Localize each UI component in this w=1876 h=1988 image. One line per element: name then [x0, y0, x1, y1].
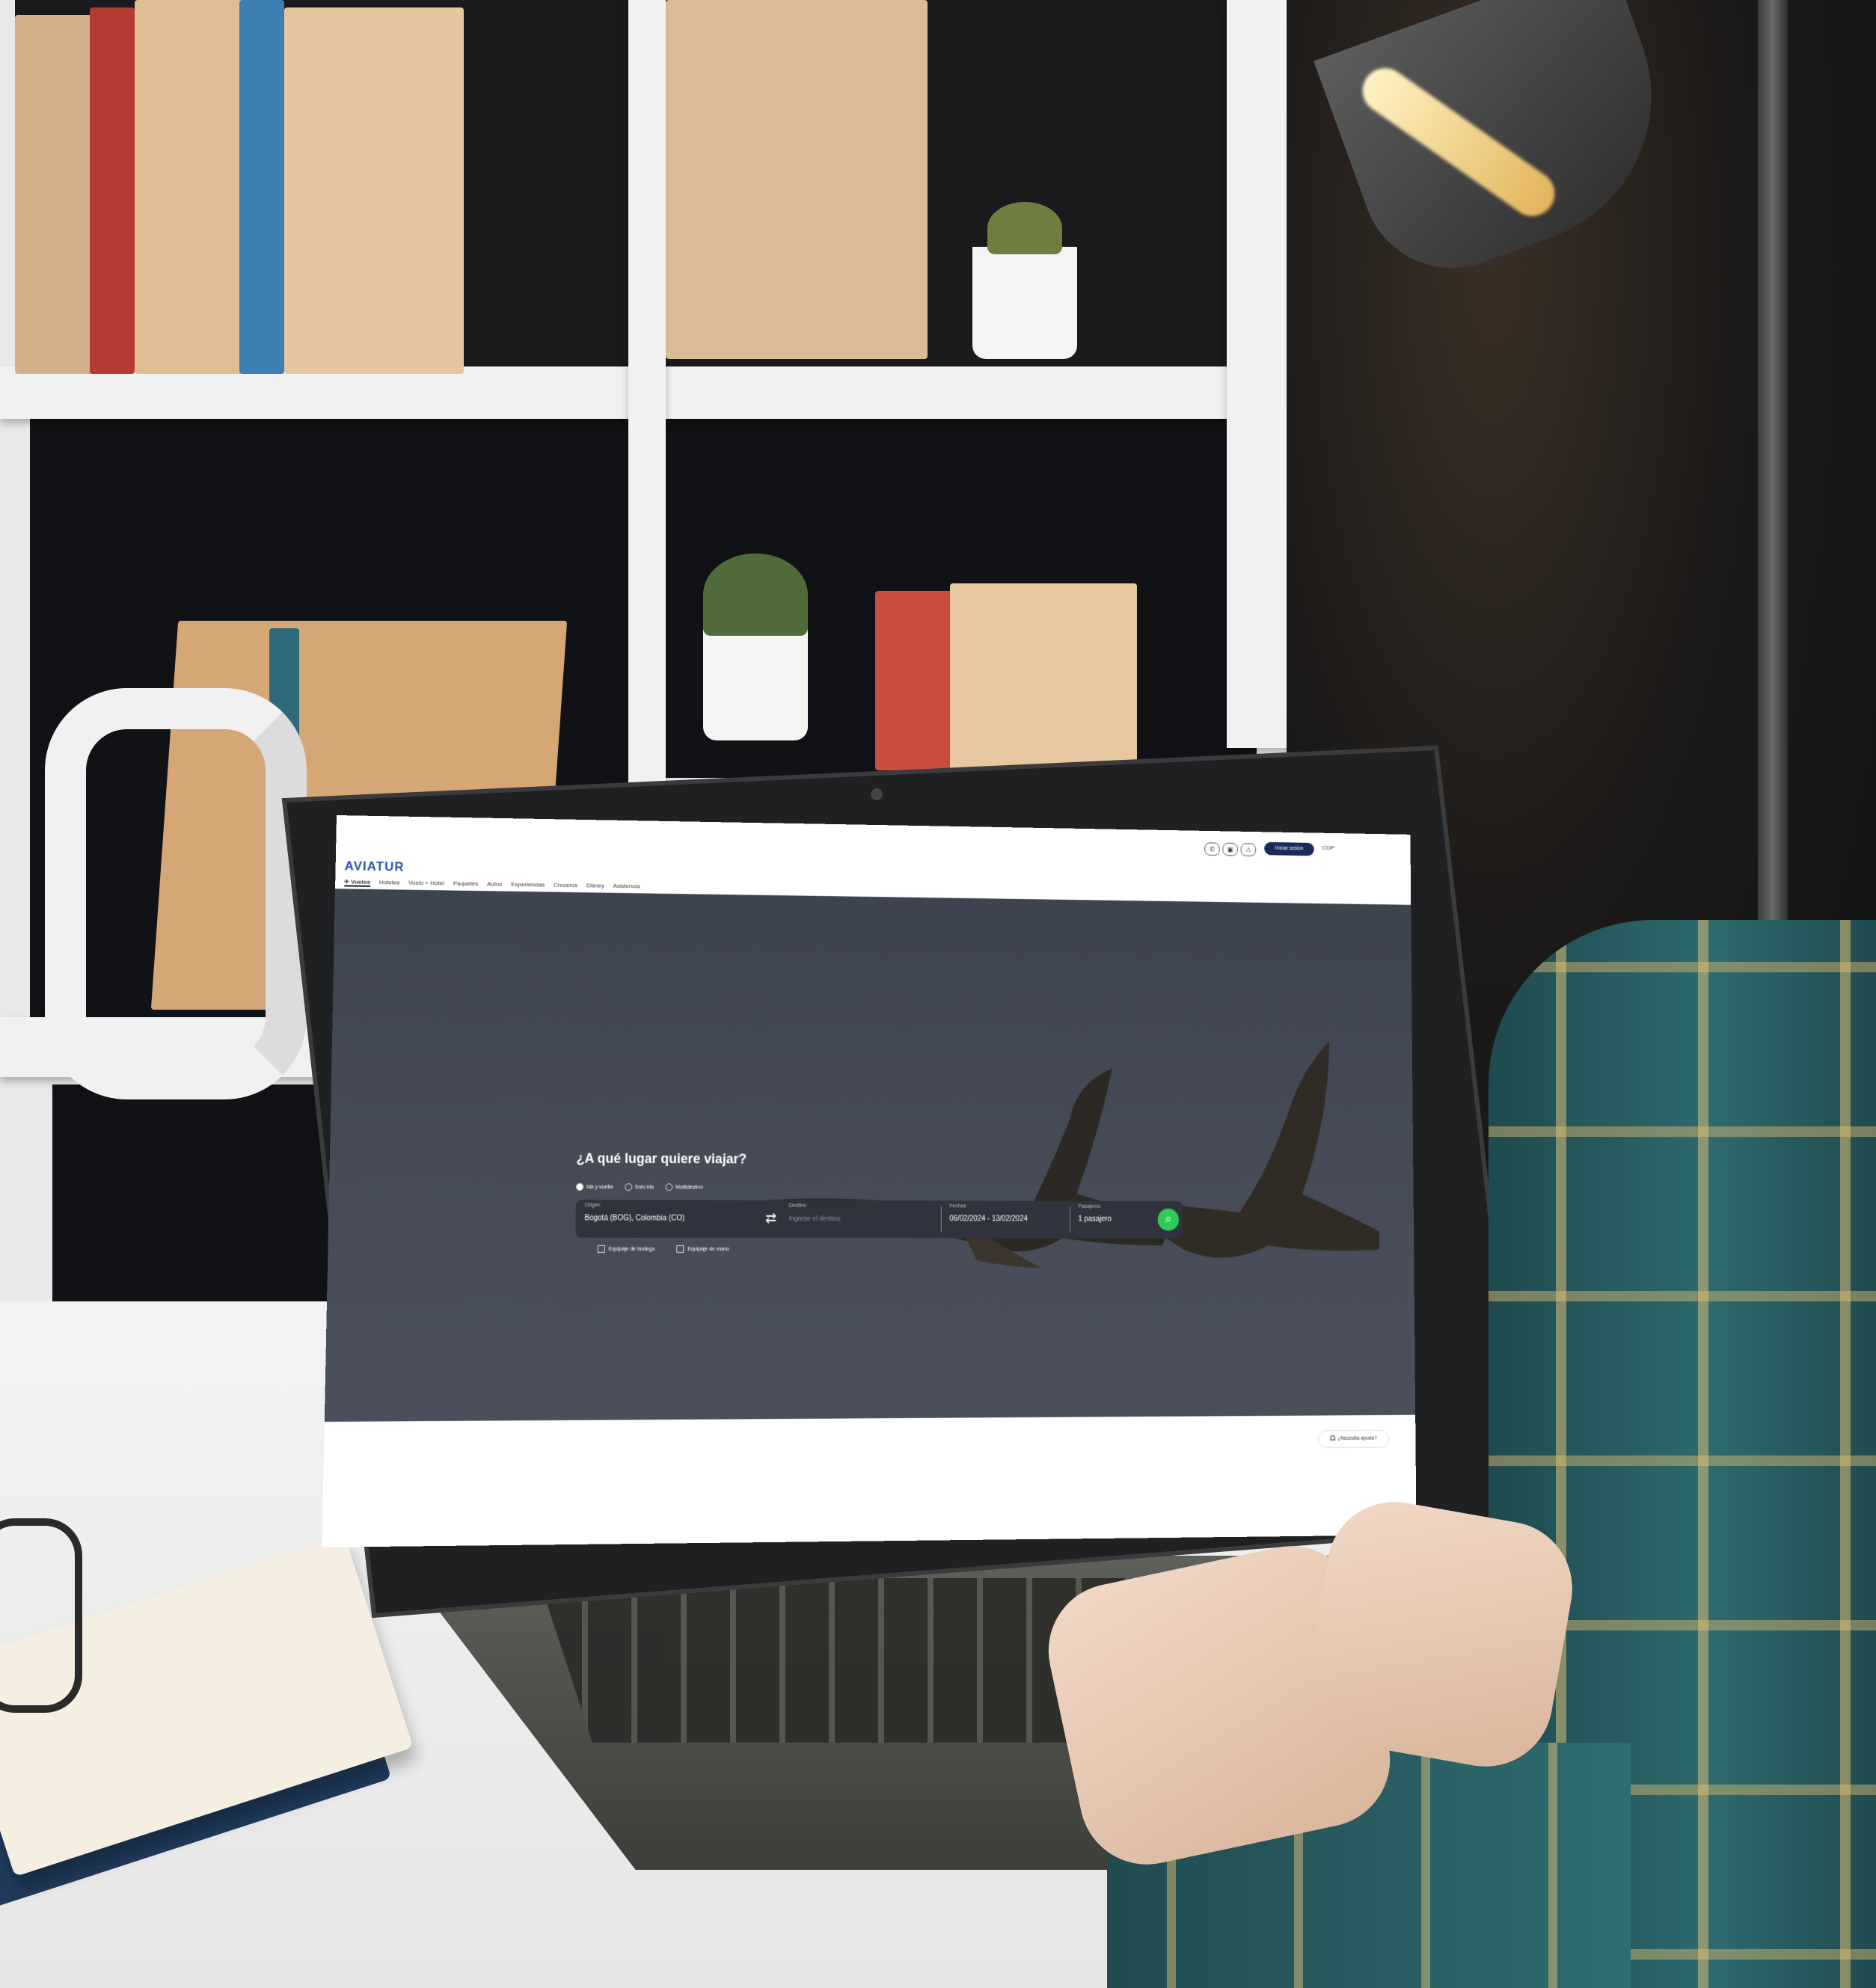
trip-multicity-radio[interactable]: Multidestino	[665, 1183, 704, 1191]
tab-asistencia[interactable]: Asistencia	[613, 883, 640, 891]
right-hand	[1296, 1491, 1584, 1778]
luggage-options: Equipaje de bodega Equipaje de mano	[597, 1245, 729, 1253]
trip-roundtrip-radio[interactable]: Ida y vuelta	[576, 1182, 613, 1191]
origin-label: Origen	[584, 1203, 601, 1209]
search-button[interactable]: ⌕	[1157, 1208, 1180, 1231]
swans-image	[766, 1039, 1380, 1268]
login-button[interactable]: Iniciar sesión	[1264, 841, 1314, 856]
carry-on-checkbox[interactable]: Equipaje de mano	[676, 1245, 729, 1253]
tab-disney[interactable]: Disney	[586, 882, 604, 890]
headset-icon: 🎧	[1329, 1436, 1337, 1442]
date-to: 13/02/2024	[991, 1215, 1028, 1224]
trip-multicity-label: Multidestino	[675, 1184, 704, 1190]
photo-scene: ✆ ▣ ⚠ Iniciar sesión COP AVIATUR ✈ Vuelo…	[0, 0, 1876, 1988]
trip-roundtrip-label: Ida y vuelta	[586, 1184, 613, 1190]
aviatur-logo[interactable]: AVIATUR	[344, 859, 404, 874]
tab-vuelo-hotel[interactable]: Vuelo + Hotel	[408, 880, 444, 889]
search-headline: ¿A qué lugar quiere viajar?	[576, 1150, 747, 1167]
dates-field[interactable]: Fechas 06/02/2024 - 13/02/2024	[949, 1203, 1028, 1223]
origin-field[interactable]: Origen Bogotá (BOG), Colombia (CO)	[584, 1203, 684, 1223]
destination-label: Destino	[788, 1203, 806, 1209]
tab-experiencias[interactable]: Experiencias	[511, 881, 545, 890]
alert-icon[interactable]: ⚠	[1240, 843, 1257, 856]
checked-bag-checkbox[interactable]: Equipaje de bodega	[597, 1245, 655, 1253]
aviatur-homepage: ✆ ▣ ⚠ Iniciar sesión COP AVIATUR ✈ Vuelo…	[322, 815, 1417, 1547]
tab-autos[interactable]: Autos	[487, 880, 502, 889]
tab-cruceros[interactable]: Cruceros	[554, 882, 577, 890]
bag-icon[interactable]: ▣	[1222, 842, 1238, 856]
trip-type-group: Ida y vuelta Solo ida Multidestino	[576, 1182, 704, 1191]
destination-placeholder: Ingrese el destino	[788, 1214, 841, 1223]
currency-selector[interactable]: COP	[1322, 844, 1334, 851]
flight-search-bar: Origen Bogotá (BOG), Colombia (CO) ⇄ Des…	[575, 1200, 1183, 1239]
date-from: 06/02/2024	[949, 1215, 986, 1224]
tab-paquetes[interactable]: Paquetes	[453, 880, 479, 889]
tab-vuelos[interactable]: ✈ Vuelos	[344, 878, 371, 887]
help-button[interactable]: 🎧 ¿Necesita ayuda?	[1317, 1429, 1390, 1449]
trip-oneway-radio[interactable]: Solo ida	[625, 1183, 654, 1191]
hero-banner: ¿A qué lugar quiere viajar? Ida y vuelta…	[324, 889, 1416, 1422]
trip-oneway-label: Solo ida	[634, 1184, 654, 1190]
headphones	[45, 688, 307, 1099]
destination-field[interactable]: Destino Ingrese el destino	[789, 1203, 841, 1222]
passengers-field[interactable]: Pasajeros 1 pasajero	[1079, 1204, 1112, 1224]
origin-value: Bogotá (BOG), Colombia (CO)	[584, 1214, 685, 1223]
passengers-value: 1 pasajero	[1078, 1215, 1112, 1224]
whatsapp-icon[interactable]: ✆	[1204, 842, 1220, 856]
tab-hoteles[interactable]: Hoteles	[379, 879, 399, 887]
eyeglasses	[0, 1518, 82, 1713]
checked-bag-label: Equipaje de bodega	[608, 1246, 655, 1252]
dates-label: Fechas	[949, 1203, 966, 1209]
help-label: ¿Necesita ayuda?	[1337, 1435, 1377, 1442]
carry-on-label: Equipaje de mano	[687, 1246, 729, 1252]
search-icon: ⌕	[1165, 1212, 1172, 1226]
swap-icon[interactable]: ⇄	[765, 1211, 776, 1227]
laptop-screen: ✆ ▣ ⚠ Iniciar sesión COP AVIATUR ✈ Vuelo…	[322, 815, 1417, 1547]
passengers-label: Pasajeros	[1078, 1203, 1101, 1209]
